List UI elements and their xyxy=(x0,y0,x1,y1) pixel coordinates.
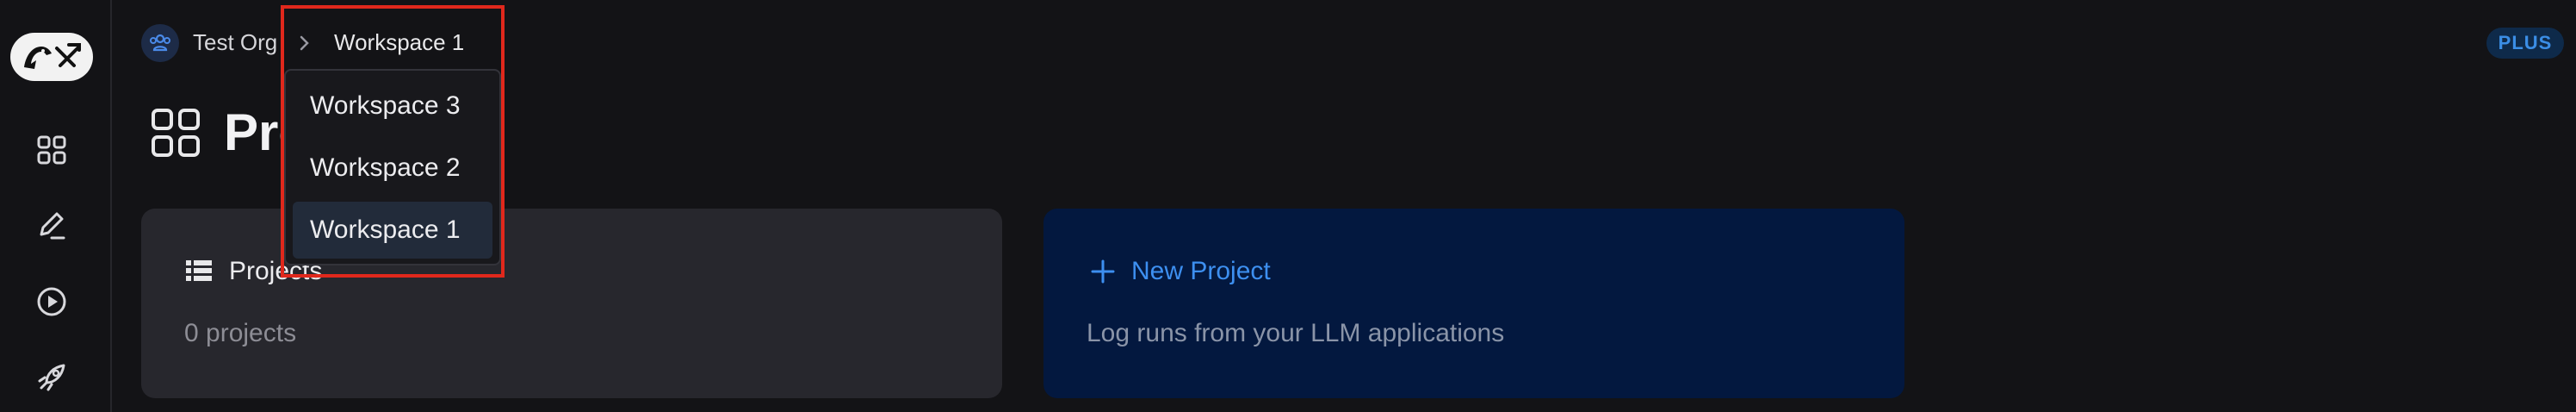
rocket-icon[interactable] xyxy=(33,359,71,396)
plus-icon xyxy=(1091,259,1115,284)
pencil-icon[interactable] xyxy=(33,207,71,245)
projects-grid-icon xyxy=(152,109,200,157)
workspace-option-selected[interactable]: Workspace 1 xyxy=(293,202,492,259)
parrot-tools-logo-icon xyxy=(24,43,81,69)
chevron-right-icon xyxy=(300,35,309,51)
projects-count: 0 projects xyxy=(184,319,297,347)
breadcrumb-org[interactable]: Test Org xyxy=(193,29,277,56)
logo[interactable] xyxy=(10,33,93,81)
org-avatar-icon[interactable] xyxy=(141,24,179,62)
new-project-description: Log runs from your LLM applications xyxy=(1087,319,1505,347)
workspace-option[interactable]: Workspace 3 xyxy=(293,78,492,134)
list-icon xyxy=(186,260,212,281)
new-project-card[interactable]: New Project Log runs from your LLM appli… xyxy=(1043,209,1904,398)
workspace-option[interactable]: Workspace 2 xyxy=(293,140,492,197)
play-circle-icon[interactable] xyxy=(33,283,71,321)
new-project-button[interactable]: New Project xyxy=(1131,257,1271,286)
workspace-dropdown: Workspace 3 Workspace 2 Workspace 1 xyxy=(284,69,501,265)
projects-card[interactable]: Projects 0 projects xyxy=(141,209,1002,398)
plan-badge: PLUS xyxy=(2486,28,2564,59)
breadcrumb-workspace[interactable]: Workspace 1 xyxy=(334,29,464,56)
sidebar xyxy=(0,0,112,412)
grid-icon[interactable] xyxy=(33,131,71,169)
